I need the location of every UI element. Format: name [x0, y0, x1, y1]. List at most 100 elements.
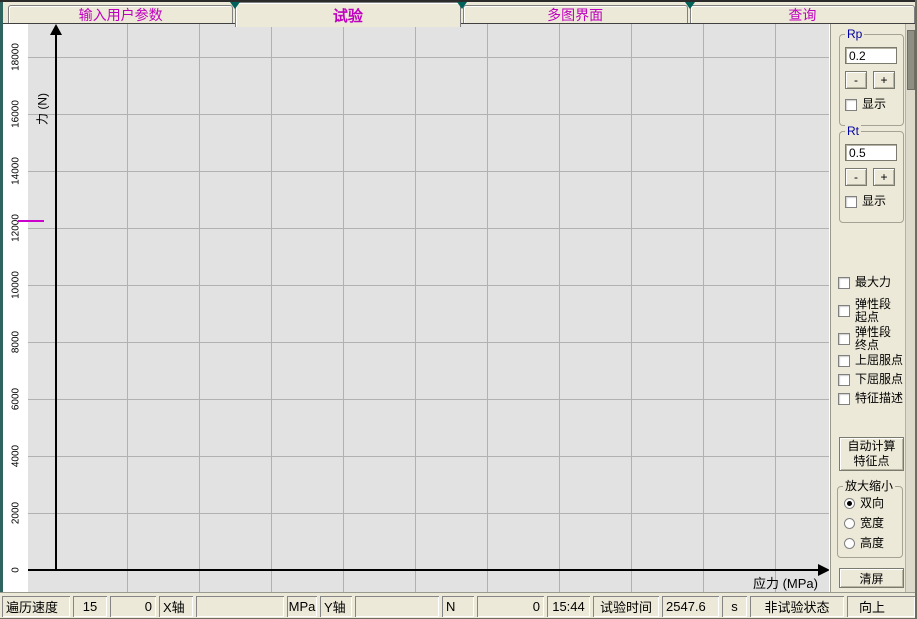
both-directions-radio[interactable]	[844, 498, 855, 509]
y-tick-label: 6000	[11, 388, 22, 410]
y-axis-line	[55, 32, 57, 570]
tab-multi-graph[interactable]: 多图界面	[463, 5, 688, 23]
y-tick-label: 4000	[11, 445, 22, 467]
y-axis-title: 力 (N)	[34, 93, 51, 125]
y-axis-unit: N	[442, 596, 474, 617]
status-bar: 遍历速度 15 0 X轴 MPa Y轴 N 0 15:44 试验时间 2547.…	[0, 592, 917, 619]
gridline	[487, 24, 488, 592]
elastic-end-label: 弹性段 终点	[855, 326, 891, 352]
rp-show-checkbox[interactable]	[845, 99, 857, 111]
traverse-speed-value: 15	[73, 596, 107, 617]
radio-height[interactable]: 高度	[844, 537, 884, 550]
y-tick-label: 2000	[11, 502, 22, 524]
gridline	[271, 24, 272, 592]
max-force-label: 最大力	[855, 276, 891, 289]
rp-increase-button[interactable]: +	[873, 71, 895, 89]
window-border-left	[0, 2, 3, 592]
gridline	[559, 24, 560, 592]
test-state-badge: 非试验状态	[750, 596, 844, 617]
y-axis-value	[355, 596, 439, 617]
rt-show-checkbox-row[interactable]: 显示	[845, 195, 886, 208]
scrollbar-thumb[interactable]	[907, 30, 915, 90]
gridline	[28, 114, 830, 115]
gridline	[28, 285, 830, 286]
tab-input-user-params[interactable]: 输入用户参数	[8, 5, 233, 23]
gridline	[199, 24, 200, 592]
tab-test[interactable]: 试验	[235, 2, 460, 27]
gridline	[127, 24, 128, 592]
checkbox-lower-yield[interactable]: 下屈服点	[838, 373, 903, 386]
x-axis-arrow-icon	[818, 564, 830, 576]
x-axis-name-label: X轴	[159, 596, 193, 617]
vertical-scrollbar[interactable]	[905, 24, 915, 592]
rt-group: Rt - + 显示	[839, 131, 904, 223]
gridline	[343, 24, 344, 592]
test-time-value: 2547.6	[662, 596, 719, 617]
x-axis-value	[196, 596, 284, 617]
test-tab-content: 0 2000 4000 6000 8000 10000 12000 14000 …	[3, 24, 915, 592]
traverse-speed-label: 遍历速度	[2, 596, 70, 617]
gridline	[631, 24, 632, 592]
gridline	[415, 24, 416, 592]
y-axis-name-label: Y轴	[320, 596, 352, 617]
lower-yield-checkbox[interactable]	[838, 374, 850, 386]
rp-decrease-button[interactable]: -	[845, 71, 867, 89]
checkbox-elastic-start[interactable]: 弹性段 起点	[838, 298, 891, 324]
tab-separator-marker-icon	[457, 2, 467, 9]
elastic-end-checkbox[interactable]	[838, 333, 850, 345]
gridline	[28, 342, 830, 343]
checkbox-feature-desc[interactable]: 特征描述	[838, 392, 903, 405]
rt-value-input[interactable]	[845, 144, 897, 161]
feature-desc-label: 特征描述	[855, 392, 903, 405]
x-axis-unit: MPa	[287, 596, 317, 617]
rp-group: Rp - + 显示	[839, 34, 904, 126]
tab-separator-marker-icon	[685, 2, 695, 9]
rp-show-checkbox-row[interactable]: 显示	[845, 98, 886, 111]
checkbox-max-force[interactable]: 最大力	[838, 276, 891, 289]
rt-decrease-button[interactable]: -	[845, 168, 867, 186]
rt-increase-button[interactable]: +	[873, 168, 895, 186]
radio-both-directions[interactable]: 双向	[844, 497, 884, 510]
control-panel: Rp - + 显示 Rt - + 显示	[830, 24, 905, 592]
rt-group-label: Rt	[845, 124, 861, 138]
gridline	[28, 456, 830, 457]
counter-value: 0	[110, 596, 156, 617]
max-force-checkbox[interactable]	[838, 277, 850, 289]
chart-plot-area[interactable]: 力 (N) 应力 (MPa)	[28, 24, 830, 592]
zoom-mode-group-label: 放大缩小	[843, 479, 895, 493]
both-directions-label: 双向	[860, 497, 884, 510]
gridline	[28, 171, 830, 172]
rp-value-input[interactable]	[845, 47, 897, 64]
y-axis-arrow-icon	[50, 24, 62, 35]
y-tick-label: 16000	[11, 100, 22, 128]
y-tick-label: 18000	[11, 43, 22, 71]
tab-query[interactable]: 查询	[690, 5, 915, 23]
y-tick-label: 0	[11, 567, 22, 573]
upper-yield-checkbox[interactable]	[838, 355, 850, 367]
clock: 15:44	[547, 596, 590, 617]
width-label: 宽度	[860, 517, 884, 530]
gridline	[703, 24, 704, 592]
elastic-start-checkbox[interactable]	[838, 305, 850, 317]
feature-desc-checkbox[interactable]	[838, 393, 850, 405]
elastic-start-label: 弹性段 起点	[855, 298, 891, 324]
y-tick-label: 10000	[11, 271, 22, 299]
rt-show-label: 显示	[862, 195, 886, 208]
auto-calc-feature-points-button[interactable]: 自动计算 特征点	[839, 437, 904, 471]
tab-bar: 输入用户参数 试验 多图界面 查询	[3, 2, 915, 24]
checkbox-upper-yield[interactable]: 上屈服点	[838, 354, 903, 367]
height-radio[interactable]	[844, 538, 855, 549]
rt-show-checkbox[interactable]	[845, 196, 857, 208]
gridline	[28, 57, 830, 58]
zoom-mode-group: 放大缩小 双向 宽度 高度	[837, 486, 903, 558]
direction-indicator: 向上	[847, 596, 915, 617]
magenta-marker-line	[18, 220, 44, 222]
width-radio[interactable]	[844, 518, 855, 529]
clear-screen-button[interactable]: 清屏	[839, 568, 904, 588]
rp-show-label: 显示	[862, 98, 886, 111]
radio-width[interactable]: 宽度	[844, 517, 884, 530]
test-time-label: 试验时间	[593, 596, 659, 617]
tab-separator-marker-icon	[230, 2, 240, 9]
checkbox-elastic-end[interactable]: 弹性段 终点	[838, 326, 891, 352]
gridline	[28, 228, 830, 229]
